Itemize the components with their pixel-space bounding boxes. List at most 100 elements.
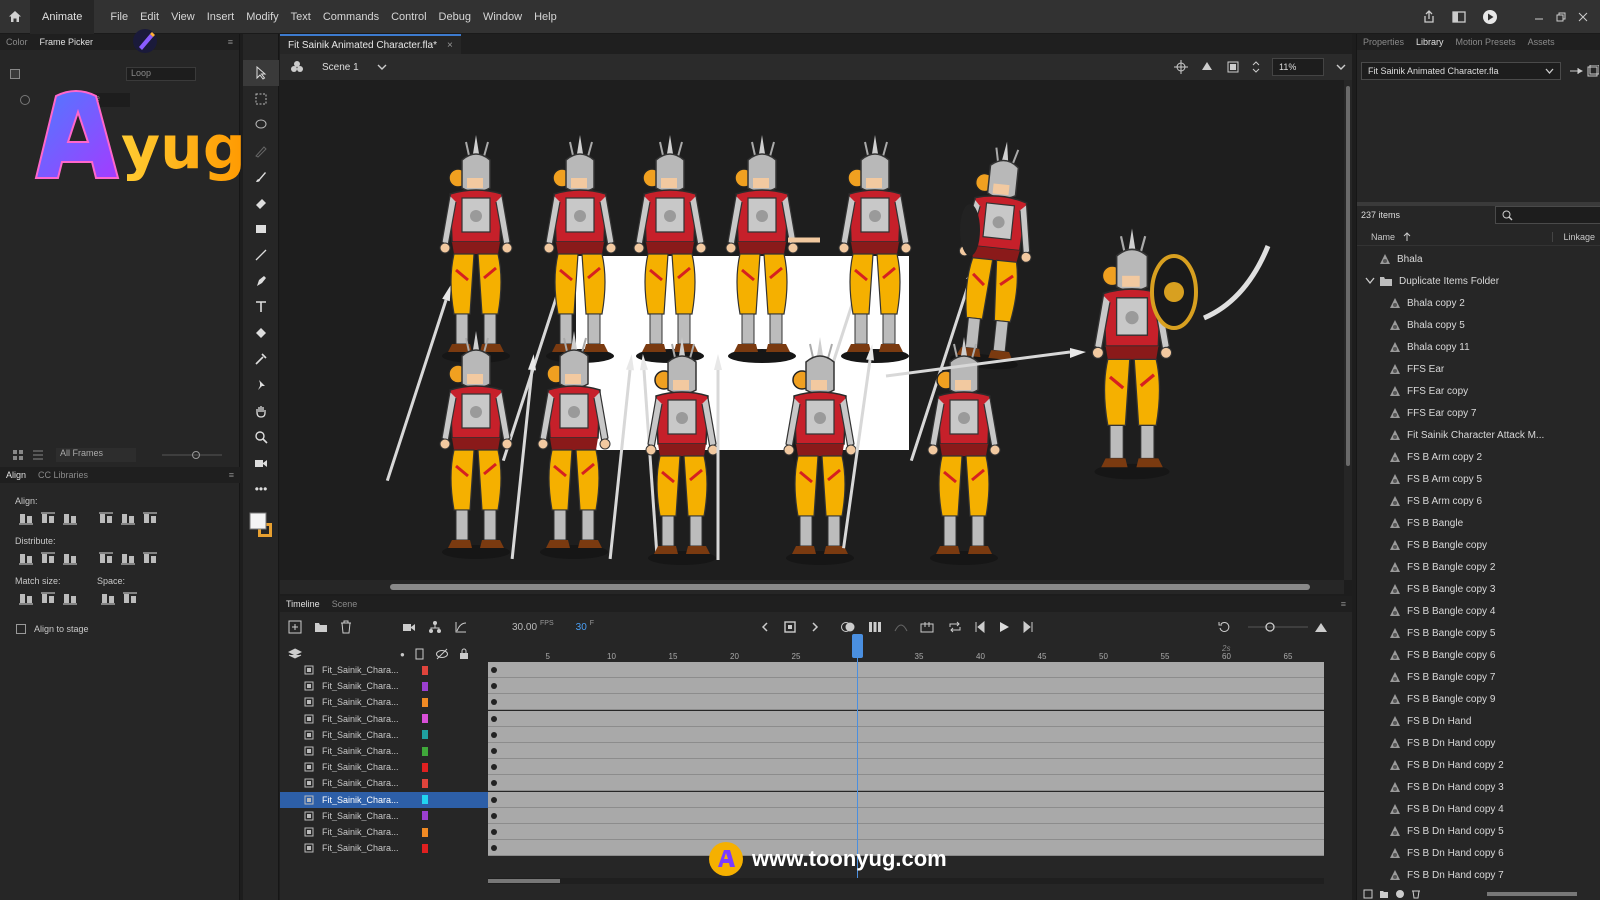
pencil-tool-icon[interactable]	[243, 138, 279, 164]
layer-color-swatch[interactable]	[422, 811, 428, 821]
delete-layer-icon[interactable]	[340, 620, 352, 634]
frame-picker-checkbox[interactable]	[10, 69, 20, 79]
list-view-icon[interactable]	[32, 449, 44, 461]
library-item[interactable]: FS B Dn Hand copy	[1357, 732, 1495, 754]
align-icon[interactable]	[142, 511, 158, 525]
distribute-icon[interactable]	[62, 551, 78, 565]
lock-icon[interactable]	[459, 648, 469, 660]
keyframe-dot[interactable]	[491, 812, 497, 819]
stage-horizontal-scrollbar[interactable]	[280, 580, 1344, 594]
keyframe-dot[interactable]	[491, 699, 497, 706]
timeline-scrollbar[interactable]	[488, 878, 1324, 884]
keyframe-dot[interactable]	[491, 667, 497, 673]
insert-frame-icon[interactable]	[920, 621, 934, 633]
all-frames-select[interactable]: All Frames	[56, 448, 136, 462]
zoom-tool-icon[interactable]	[243, 424, 279, 450]
keyframe-dot[interactable]	[491, 829, 497, 835]
layer-frames[interactable]	[488, 824, 1324, 840]
new-folder-icon[interactable]	[314, 621, 328, 633]
camera-layer-icon[interactable]	[402, 621, 416, 633]
timeline-layer[interactable]: Fit_Sainik_Chara...	[280, 824, 488, 840]
layer-frames[interactable]	[488, 743, 1324, 759]
new-library-panel-icon[interactable]	[1587, 65, 1599, 77]
layer-color-swatch[interactable]	[422, 795, 428, 805]
match-size-icon[interactable]	[62, 591, 78, 605]
library-item[interactable]: FFS Ear copy 7	[1357, 402, 1476, 424]
brush-tool-icon[interactable]	[243, 164, 279, 190]
close-icon[interactable]	[1578, 12, 1588, 22]
edit-symbols-icon[interactable]	[1200, 60, 1214, 74]
tween-icon[interactable]	[894, 621, 908, 633]
eraser-tool-icon[interactable]	[243, 190, 279, 216]
menu-item-modify[interactable]: Modify	[240, 11, 284, 23]
tab-properties[interactable]: Properties	[1357, 37, 1410, 47]
library-item[interactable]: FS B Arm copy 2	[1357, 446, 1482, 468]
free-transform-tool-icon[interactable]	[243, 86, 279, 112]
layer-frames[interactable]	[488, 775, 1324, 792]
library-item[interactable]: FFS Ear	[1357, 358, 1444, 380]
lasso-tool-icon[interactable]	[243, 112, 279, 138]
timeline-layer[interactable]: Fit_Sainik_Chara...	[280, 711, 488, 727]
eyedropper-tool-icon[interactable]	[243, 346, 279, 372]
tab-cc-libraries[interactable]: CC Libraries	[32, 470, 94, 480]
tab-frame-picker[interactable]: Frame Picker	[34, 37, 100, 47]
layer-frames[interactable]	[488, 710, 1324, 727]
frame-ruler[interactable]: 5 10 15 20 25 35 40 45 50 55 60 65 2s	[488, 644, 1324, 664]
chevron-down-icon[interactable]	[1365, 277, 1375, 285]
attacking-soldier-figure[interactable]	[1090, 226, 1271, 481]
library-item[interactable]: FS B Dn Hand copy 3	[1357, 776, 1504, 798]
grid-view-icon[interactable]	[12, 449, 24, 461]
loop-playback-icon[interactable]	[948, 621, 962, 633]
panel-menu-icon[interactable]: ≡	[1335, 599, 1352, 609]
column-name[interactable]: Name	[1371, 232, 1395, 242]
layer-color-swatch[interactable]	[422, 746, 428, 756]
library-item[interactable]: FS B Dn Hand	[1357, 710, 1471, 732]
text-tool-icon[interactable]	[243, 294, 279, 320]
close-tab-icon[interactable]: ×	[447, 40, 453, 51]
scene-name[interactable]: Scene 1	[322, 62, 359, 73]
timeline-layer[interactable]: Fit_Sainik_Chara...	[280, 727, 488, 743]
align-icon[interactable]	[18, 511, 34, 525]
library-item[interactable]: FS B Bangle copy	[1357, 534, 1487, 556]
delete-icon[interactable]	[1411, 889, 1421, 899]
match-size-icon[interactable]	[40, 591, 56, 605]
camera-tool-icon[interactable]	[243, 450, 279, 476]
frame-size-icon[interactable]	[1314, 621, 1328, 633]
prev-keyframe-icon[interactable]	[760, 621, 770, 633]
home-icon[interactable]	[0, 0, 30, 34]
graph-editor-icon[interactable]	[454, 620, 468, 634]
visibility-icon[interactable]	[435, 648, 449, 660]
document-tab[interactable]: Fit Sainik Animated Character.fla* ×	[280, 34, 461, 54]
next-keyframe-icon[interactable]	[810, 621, 820, 633]
pin-library-icon[interactable]	[1569, 66, 1583, 76]
chevron-down-icon[interactable]	[377, 63, 387, 71]
keyframe-dot[interactable]	[491, 748, 497, 754]
panel-menu-icon[interactable]: ≡	[223, 470, 240, 480]
space-icon[interactable]	[122, 591, 138, 605]
edit-multiple-frames-icon[interactable]	[868, 621, 882, 633]
library-item[interactable]: FFS Ear copy	[1357, 380, 1468, 402]
step-back-icon[interactable]	[974, 621, 986, 633]
align-icon[interactable]	[120, 511, 136, 525]
align-to-stage-checkbox[interactable]	[16, 624, 26, 634]
layer-frames[interactable]	[488, 791, 1324, 808]
space-icon[interactable]	[100, 591, 116, 605]
vertical-scroll-thumb[interactable]	[1346, 86, 1350, 466]
menu-item-help[interactable]: Help	[528, 11, 563, 23]
new-symbol-icon[interactable]	[1363, 889, 1373, 899]
menu-item-file[interactable]: File	[104, 11, 134, 23]
center-stage-icon[interactable]	[1174, 60, 1188, 74]
menu-item-debug[interactable]: Debug	[433, 11, 477, 23]
loop-select[interactable]: Loop	[126, 67, 196, 81]
new-folder-icon[interactable]	[1379, 889, 1389, 899]
layer-frames[interactable]	[488, 726, 1324, 743]
library-item[interactable]: FS B Bangle copy 6	[1357, 644, 1495, 666]
library-item[interactable]: FS B Bangle copy 5	[1357, 622, 1495, 644]
keyframe-dot[interactable]	[491, 764, 497, 771]
menu-item-window[interactable]: Window	[477, 11, 528, 23]
workspace-icon[interactable]	[1452, 10, 1466, 23]
library-item[interactable]: Bhala copy 5	[1357, 314, 1465, 336]
hand-tool-icon[interactable]	[243, 398, 279, 424]
tab-color[interactable]: Color	[0, 37, 34, 47]
library-item[interactable]: FS B Bangle	[1357, 512, 1463, 534]
